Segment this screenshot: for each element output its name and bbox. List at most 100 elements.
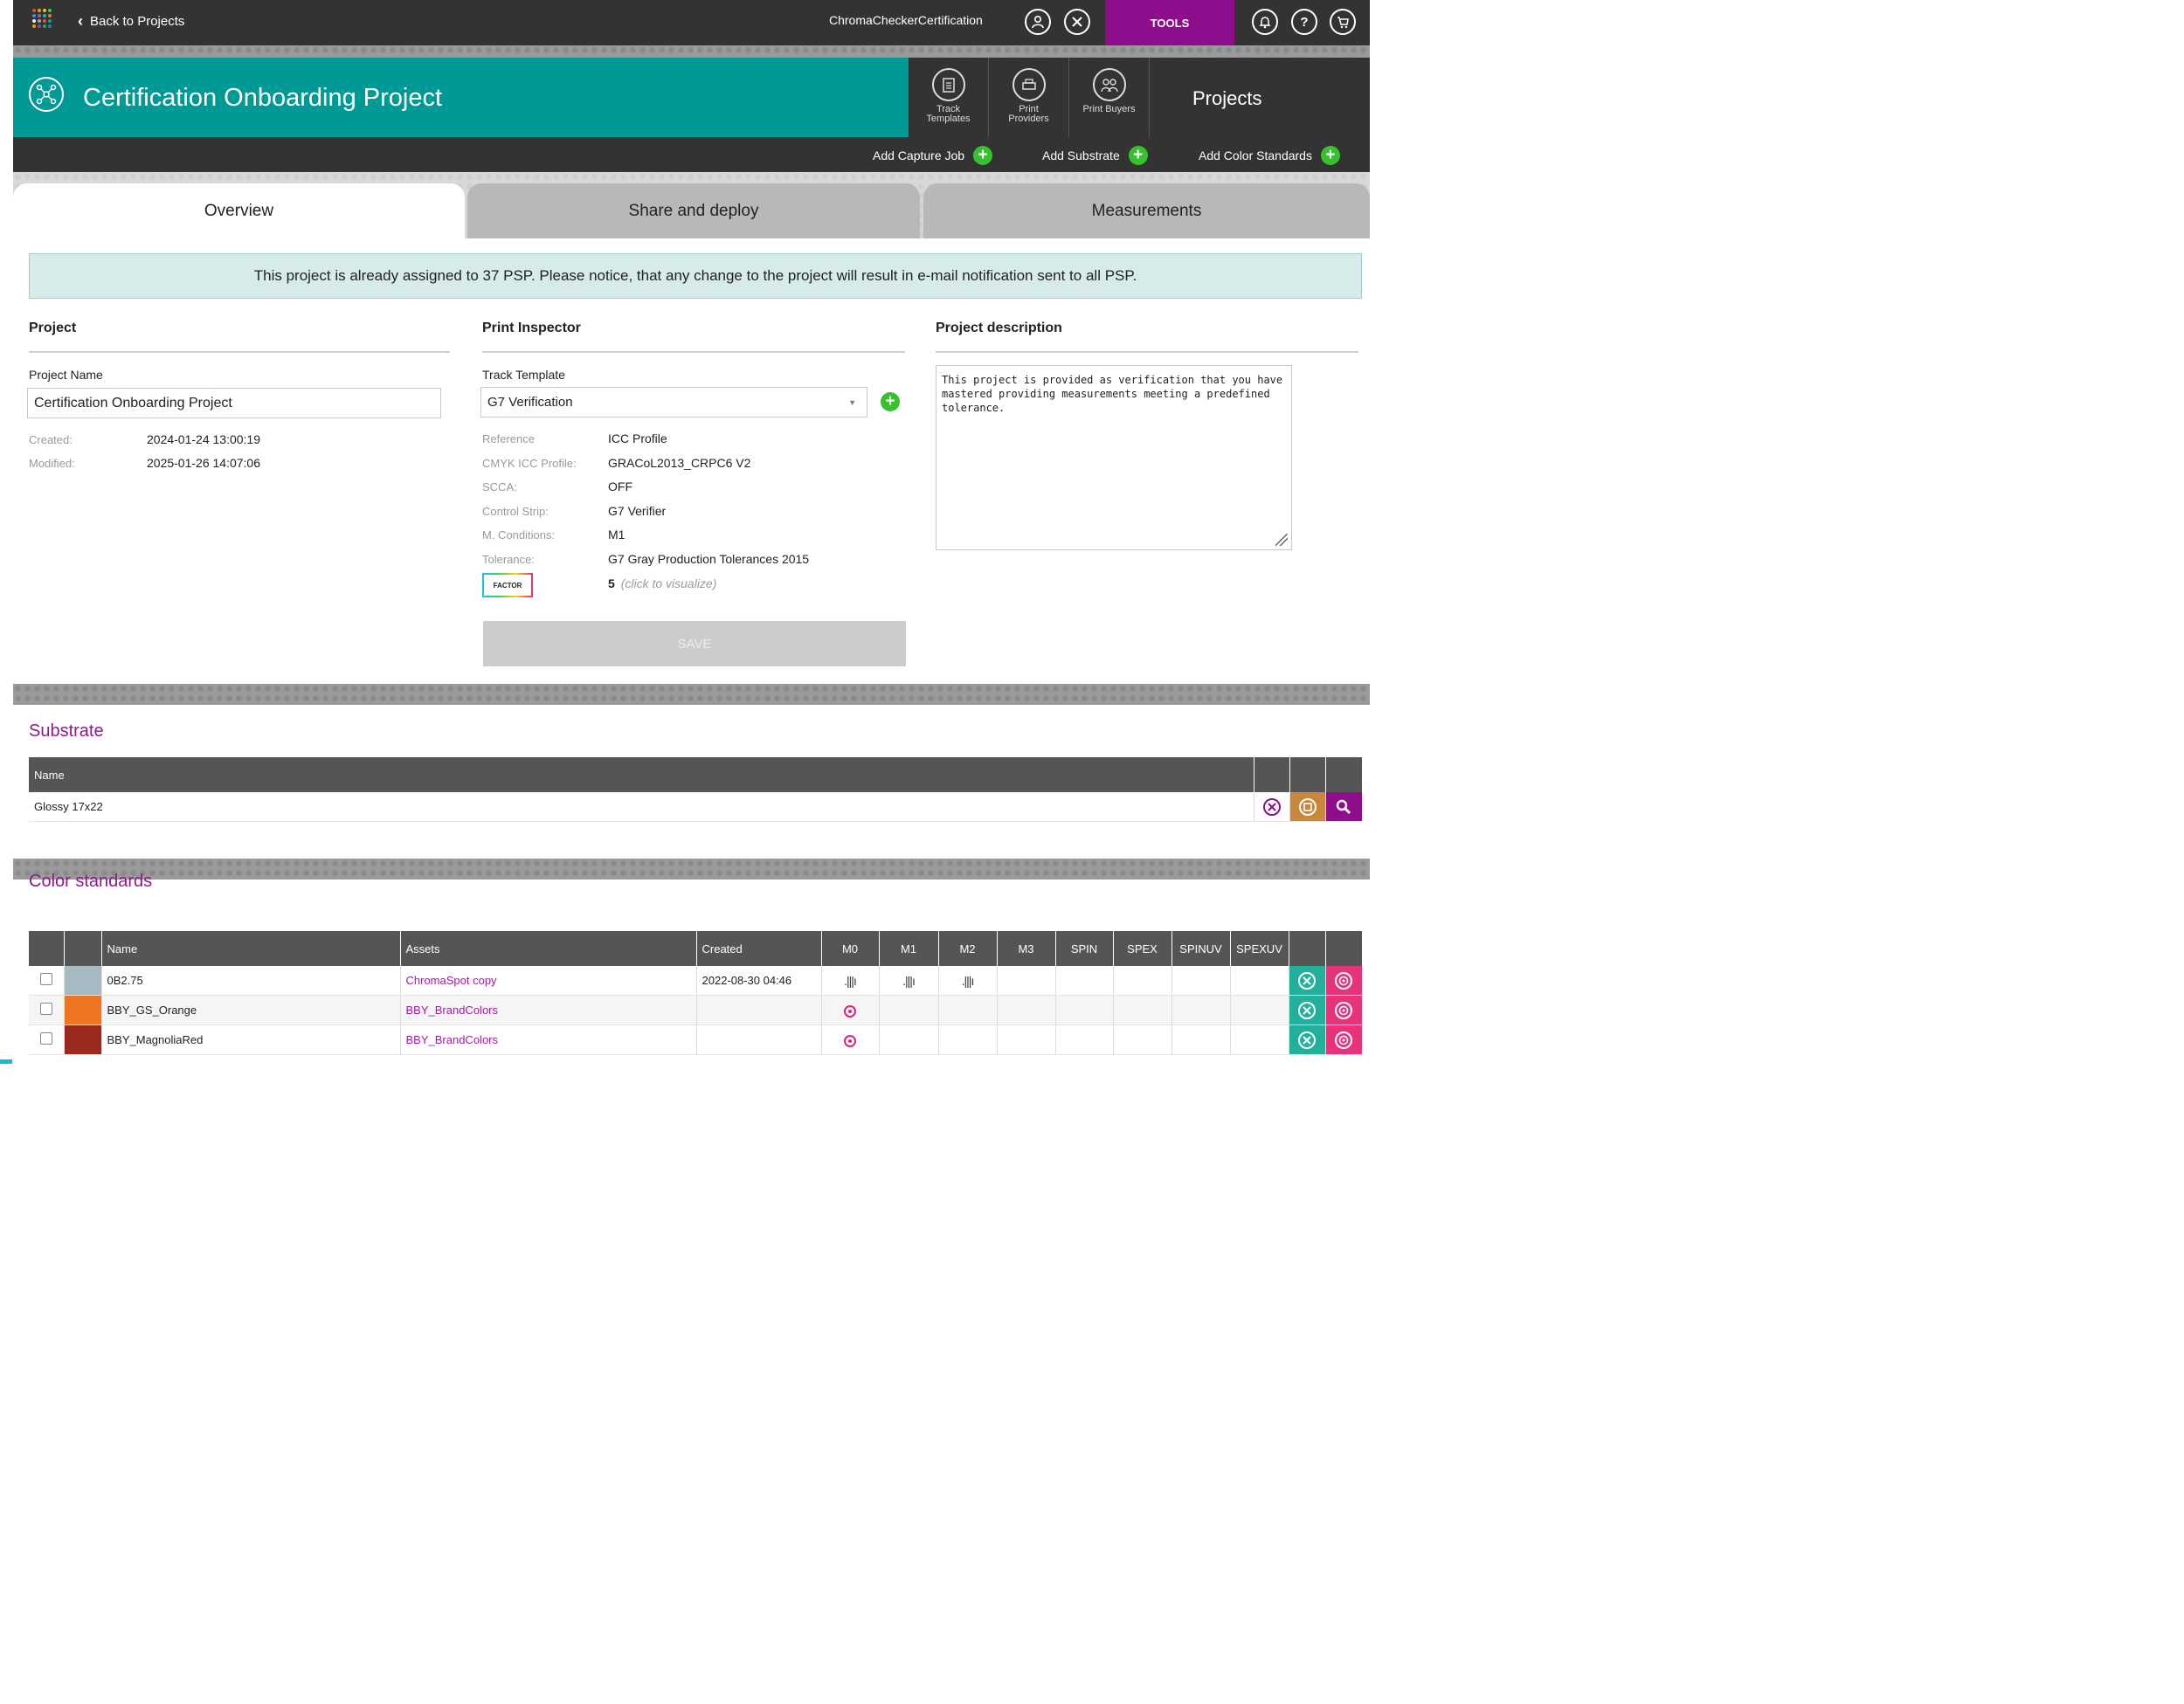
measurement-cell: [1113, 1024, 1172, 1055]
measurement-bars-icon[interactable]: .|||ı: [844, 974, 857, 988]
cell: [1254, 792, 1290, 822]
cart-icon[interactable]: [1330, 9, 1356, 35]
color-target-button[interactable]: [1330, 1025, 1358, 1054]
measurement-cell: [997, 1024, 1056, 1055]
color-tools-button[interactable]: [1293, 1025, 1322, 1054]
measurement-cell: [1230, 995, 1289, 1025]
pi-label-scca: SCCA:: [482, 480, 517, 493]
add-color-standards-label: Add Color Standards: [1199, 148, 1312, 162]
measurement-cell: [938, 1024, 998, 1055]
decorative-strip: [13, 45, 1370, 58]
pi-label-reference: Reference: [482, 432, 535, 445]
assets-link[interactable]: ChromaSpot copy: [400, 966, 697, 996]
bell-icon[interactable]: [1252, 9, 1278, 35]
cell: [1289, 995, 1326, 1025]
substrate-copy-button[interactable]: [1293, 792, 1322, 821]
color-tools-button[interactable]: [1293, 966, 1322, 995]
assets-link[interactable]: BBY_BrandColors: [400, 995, 697, 1025]
cell: [29, 995, 65, 1025]
apps-grid-icon[interactable]: [32, 9, 52, 28]
add-color-standards-button[interactable]: Add Color Standards +: [1199, 146, 1340, 165]
column-header-action: [1325, 757, 1362, 792]
row-checkbox[interactable]: [39, 1003, 52, 1015]
pi-label-cmyk-profile: CMYK ICC Profile:: [482, 457, 577, 470]
cell: [1289, 966, 1326, 996]
color-target-button[interactable]: [1330, 966, 1358, 995]
column-header-spexuv: SPEXUV: [1230, 931, 1289, 966]
assets-link[interactable]: BBY_BrandColors: [400, 1024, 697, 1055]
measurement-cell: [879, 995, 939, 1025]
section-projects-label[interactable]: Projects: [1192, 87, 1261, 110]
column-header-m0: M0: [821, 931, 880, 966]
measurement-cell: [1171, 1024, 1231, 1055]
column-header-m2: M2: [938, 931, 998, 966]
resize-handle-icon[interactable]: [1275, 534, 1288, 546]
back-to-projects-link[interactable]: ‹ Back to Projects: [78, 12, 184, 31]
measurement-bars-icon[interactable]: .|||ı: [902, 974, 916, 988]
row-checkbox[interactable]: [39, 973, 52, 985]
color-tools-button[interactable]: [1293, 996, 1322, 1024]
measurement-cell: [1171, 995, 1231, 1025]
column-header-created[interactable]: Created: [696, 931, 822, 966]
color-swatch: [64, 996, 101, 1024]
shortcut-print-providers[interactable]: Print Providers: [989, 58, 1069, 137]
substrate-table: Name Glossy 17x22: [29, 757, 1362, 822]
apps-grid-dot: [43, 24, 46, 28]
track-template-select[interactable]: G7 Verification ▼: [480, 387, 867, 417]
factor-value-link[interactable]: 5 (click to visualize): [608, 576, 716, 590]
apps-grid-dot: [32, 24, 36, 28]
column-header-m3: M3: [997, 931, 1056, 966]
column-header-spex: SPEX: [1113, 931, 1172, 966]
substrate-search-icon[interactable]: [1330, 792, 1358, 821]
column-header-m1: M1: [879, 931, 939, 966]
account-name[interactable]: ChromaCheckerCertification: [829, 13, 983, 27]
created-date: [696, 995, 822, 1025]
shortcut-print-buyers[interactable]: Print Buyers: [1069, 58, 1150, 137]
save-button[interactable]: SAVE: [483, 621, 906, 666]
project-name-field[interactable]: Certification Onboarding Project: [27, 388, 441, 418]
header-shortcuts: Track Templates Print Providers Print Bu…: [909, 58, 1370, 137]
add-substrate-button[interactable]: Add Substrate +: [1042, 146, 1148, 165]
row-checkbox[interactable]: [39, 1032, 52, 1045]
color-name: BBY_GS_Orange: [101, 995, 401, 1025]
add-substrate-label: Add Substrate: [1042, 148, 1120, 162]
target-icon[interactable]: [844, 1035, 856, 1047]
measurement-cell: [821, 995, 880, 1025]
pi-value-cmyk-profile: GRACoL2013_CRPC6 V2: [608, 456, 751, 470]
table-row[interactable]: 0B2.75 ChromaSpot copy 2022-08-30 04:46 .||…: [29, 966, 1362, 996]
tab-measurements[interactable]: Measurements: [923, 183, 1370, 238]
project-description-textarea[interactable]: This project is provided as verification…: [936, 365, 1292, 550]
table-row[interactable]: Glossy 17x22: [29, 792, 1362, 822]
measurement-bars-icon[interactable]: .|||ı: [962, 974, 975, 988]
target-icon[interactable]: [844, 1005, 856, 1018]
add-track-template-button[interactable]: +: [881, 392, 900, 411]
tools-icon[interactable]: [1064, 9, 1090, 35]
factor-badge-icon[interactable]: FACTOR: [482, 573, 533, 597]
table-row[interactable]: BBY_MagnoliaRed BBY_BrandColors: [29, 1024, 1362, 1055]
tools-button[interactable]: TOOLS: [1105, 0, 1234, 45]
color-target-button[interactable]: [1330, 996, 1358, 1024]
top-bar: ‹ Back to Projects ChromaCheckerCertific…: [13, 0, 1370, 45]
divider: [29, 351, 450, 353]
help-icon[interactable]: ?: [1291, 9, 1317, 35]
shortcut-track-templates[interactable]: Track Templates: [909, 58, 989, 137]
measurement-cell: [997, 966, 1056, 996]
color-name: BBY_MagnoliaRed: [101, 1024, 401, 1055]
column-header-assets[interactable]: Assets: [400, 931, 697, 966]
tab-overview[interactable]: Overview: [13, 183, 465, 238]
table-row[interactable]: BBY_GS_Orange BBY_BrandColors: [29, 995, 1362, 1025]
project-network-icon: [29, 77, 64, 112]
project-name-value: Certification Onboarding Project: [34, 395, 232, 410]
measurement-cell: [938, 995, 998, 1025]
column-header-name[interactable]: Name: [101, 931, 401, 966]
cell: [64, 966, 102, 996]
pi-label-m-conditions: M. Conditions:: [482, 528, 556, 542]
measurement-cell: [997, 995, 1056, 1025]
tab-share-and-deploy[interactable]: Share and deploy: [467, 183, 920, 238]
measurement-cell: [1055, 1024, 1114, 1055]
user-icon[interactable]: [1025, 9, 1051, 35]
substrate-tools-button[interactable]: [1257, 792, 1286, 821]
page-title: Certification Onboarding Project: [83, 84, 443, 112]
dropdown-arrow-icon: ▼: [848, 398, 856, 407]
add-capture-job-button[interactable]: Add Capture Job +: [873, 146, 993, 165]
